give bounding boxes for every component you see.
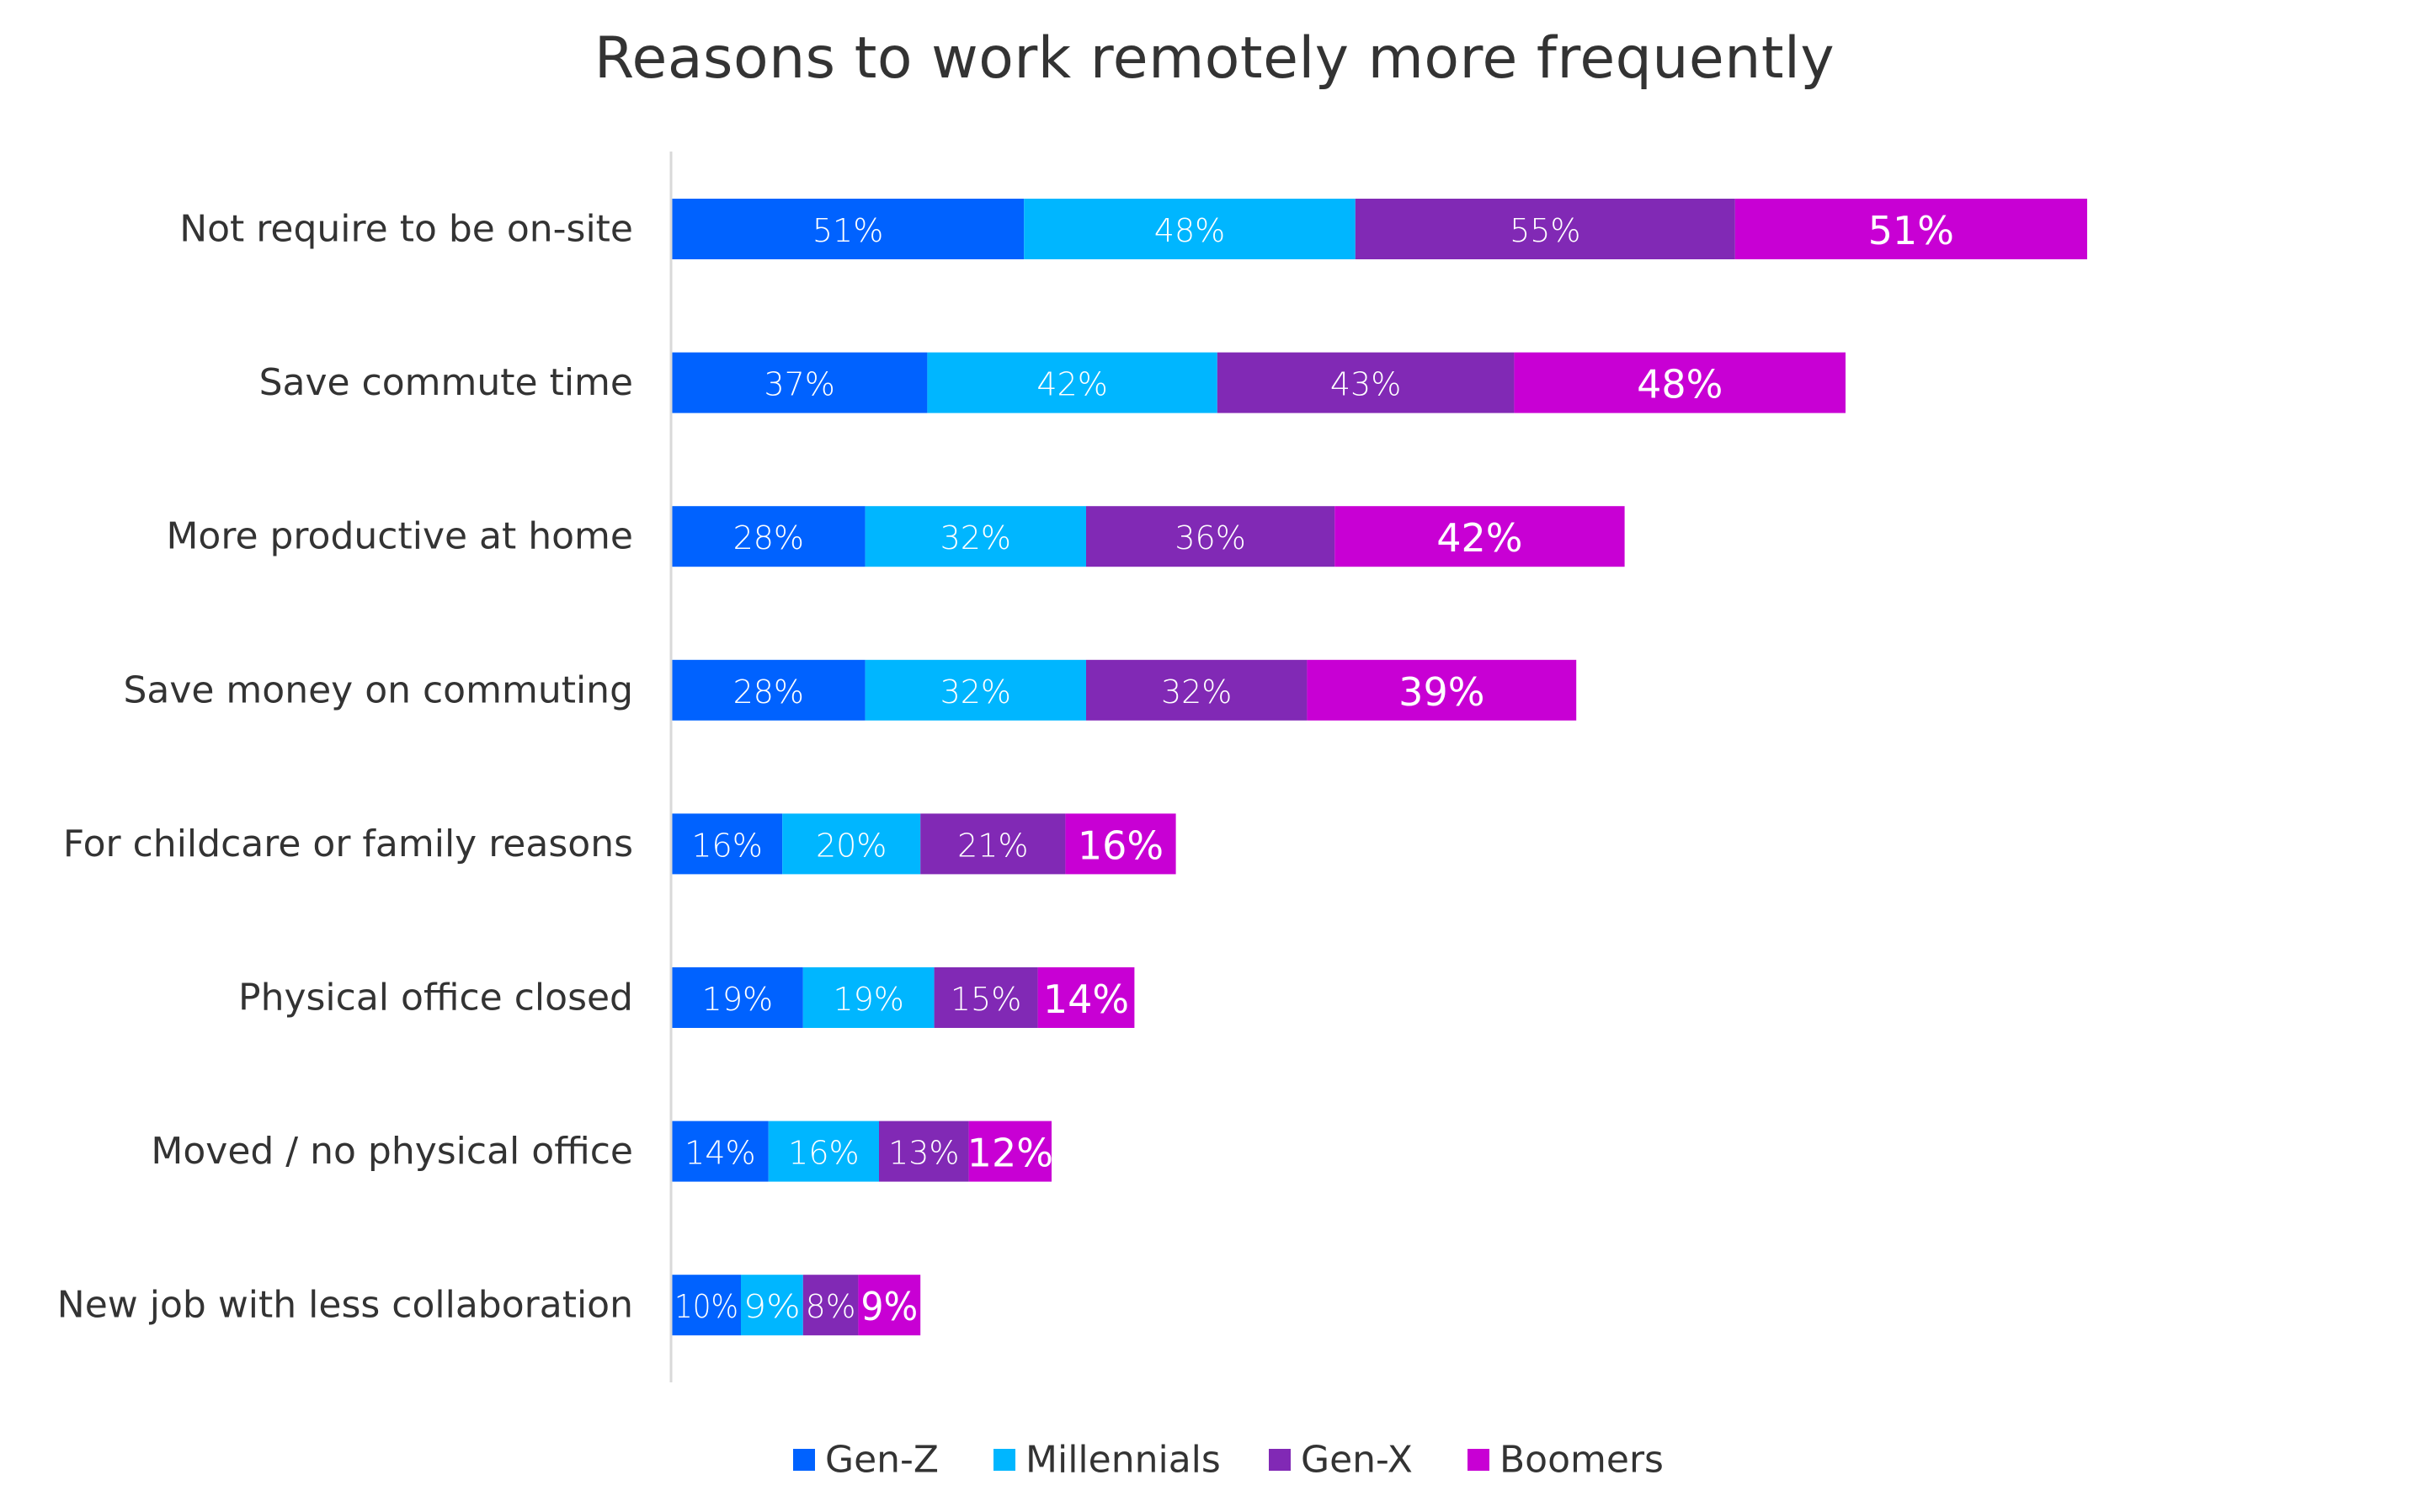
bars-layer: 51% 48% 55% 51% 37% 42% 43% 48% 28% 32% 36% 42% 28% 3… bbox=[672, 199, 2087, 1336]
data-label: 13% bbox=[888, 1135, 959, 1172]
category-labels: Not require to be on-site Save commute ti… bbox=[57, 208, 633, 1327]
bar-row: 37% 42% 43% 48% bbox=[672, 352, 1846, 413]
data-label: 16% bbox=[788, 1135, 859, 1172]
data-label: 51% bbox=[1868, 208, 1954, 253]
data-label: 48% bbox=[1637, 362, 1723, 407]
data-label: 21% bbox=[957, 827, 1028, 864]
category-label: For childcare or family reasons bbox=[63, 823, 633, 865]
category-label: Not require to be on-site bbox=[179, 208, 633, 251]
data-label: 14% bbox=[684, 1135, 755, 1172]
data-label: 28% bbox=[733, 519, 804, 556]
legend-label: Gen-X bbox=[1301, 1439, 1413, 1482]
data-label: 10% bbox=[674, 1288, 738, 1325]
data-label: 39% bbox=[1398, 669, 1484, 715]
category-label: Save money on commuting bbox=[123, 668, 633, 711]
data-label: 28% bbox=[733, 673, 804, 711]
bar-row: 14% 16% 13% 12% bbox=[672, 1121, 1053, 1182]
data-label: 19% bbox=[833, 981, 903, 1018]
stacked-bar-chart: 51% 48% 55% 51% 37% 42% 43% 48% 28% 32% 36% 42% 28% 3… bbox=[57, 152, 2087, 1482]
bar-row: 51% 48% 55% 51% bbox=[672, 199, 2087, 259]
data-label: 48% bbox=[1154, 212, 1225, 249]
legend-item: Millennials bbox=[993, 1439, 1221, 1482]
data-label: 16% bbox=[1078, 823, 1164, 868]
category-label: More productive at home bbox=[166, 515, 633, 558]
data-label: 36% bbox=[1175, 519, 1245, 556]
data-label: 9% bbox=[743, 1288, 801, 1325]
legend-swatch bbox=[1269, 1449, 1291, 1471]
data-label: 32% bbox=[940, 673, 1011, 711]
legend: Gen-Z Millennials Gen-X Boomers bbox=[793, 1439, 1664, 1482]
data-label: 19% bbox=[702, 981, 773, 1018]
data-label: 42% bbox=[1036, 366, 1107, 403]
category-label: New job with less collaboration bbox=[57, 1284, 633, 1327]
data-label: 9% bbox=[860, 1284, 918, 1329]
category-label: Save commute time bbox=[259, 361, 633, 404]
data-label: 37% bbox=[764, 366, 834, 403]
legend-swatch bbox=[1468, 1449, 1489, 1471]
data-label: 51% bbox=[812, 212, 883, 249]
data-label: 8% bbox=[806, 1288, 856, 1325]
bar-row: 10% 9% 8% 9% bbox=[672, 1275, 921, 1336]
category-label: Moved / no physical office bbox=[151, 1130, 633, 1173]
data-label: 55% bbox=[1510, 212, 1580, 249]
category-label: Physical office closed bbox=[238, 977, 633, 1020]
data-label: 32% bbox=[940, 519, 1011, 556]
data-label: 14% bbox=[1043, 977, 1129, 1022]
data-label: 32% bbox=[1161, 673, 1232, 711]
legend-label: Gen-Z bbox=[825, 1439, 939, 1482]
bar-row: 16% 20% 21% 16% bbox=[672, 813, 1176, 875]
legend-label: Millennials bbox=[1025, 1439, 1221, 1482]
data-label: 43% bbox=[1330, 366, 1401, 403]
legend-item: Gen-Z bbox=[793, 1439, 939, 1482]
legend-label: Boomers bbox=[1499, 1439, 1664, 1482]
legend-item: Boomers bbox=[1468, 1439, 1664, 1482]
data-label: 20% bbox=[816, 827, 887, 864]
data-label: 16% bbox=[691, 827, 762, 864]
data-label: 12% bbox=[967, 1131, 1053, 1176]
bar-row: 19% 19% 15% 14% bbox=[672, 967, 1135, 1028]
legend-swatch bbox=[793, 1449, 815, 1471]
data-label: 15% bbox=[951, 981, 1021, 1018]
bar-row: 28% 32% 36% 42% bbox=[672, 506, 1625, 567]
bar-row: 28% 32% 32% 39% bbox=[672, 659, 1577, 721]
legend-swatch bbox=[993, 1449, 1015, 1471]
data-label: 42% bbox=[1436, 515, 1522, 561]
legend-item: Gen-X bbox=[1269, 1439, 1413, 1482]
